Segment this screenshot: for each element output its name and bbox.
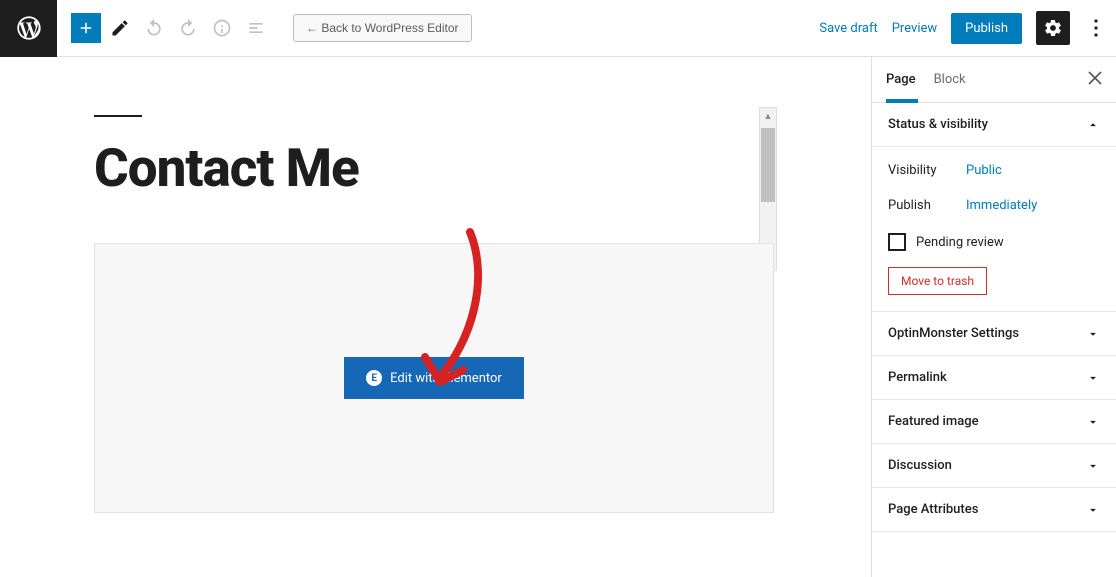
scroll-thumb[interactable] xyxy=(761,128,775,202)
plus-icon xyxy=(77,19,95,37)
settings-sidebar: Page Block Status & visibility Visibilit… xyxy=(871,57,1116,577)
panel-optinmonster[interactable]: OptinMonster Settings xyxy=(872,312,1116,356)
list-icon xyxy=(246,18,266,38)
settings-button[interactable] xyxy=(1036,11,1070,45)
save-draft-link[interactable]: Save draft xyxy=(819,21,877,36)
editor-canvas: Contact Me ▲ ▼ E Edit with Elementor xyxy=(0,57,871,577)
move-to-trash-button[interactable]: Move to trash xyxy=(888,267,987,295)
undo-button[interactable] xyxy=(139,13,169,43)
sidebar-tabs: Page Block xyxy=(872,57,1116,103)
panel-status-visibility[interactable]: Status & visibility xyxy=(872,103,1116,147)
chevron-down-icon xyxy=(1086,371,1100,385)
redo-icon xyxy=(178,18,198,38)
publish-row: Publish Immediately xyxy=(888,188,1100,223)
panel-status-body: Visibility Public Publish Immediately Pe… xyxy=(872,147,1116,312)
pending-review-label: Pending review xyxy=(916,235,1004,250)
back-to-wordpress-button[interactable]: ← Back to WordPress Editor xyxy=(293,14,472,42)
editor-topbar: ← Back to WordPress Editor Save draft Pr… xyxy=(0,0,1116,57)
chevron-up-icon xyxy=(1086,118,1100,132)
undo-icon xyxy=(144,18,164,38)
tab-block[interactable]: Block xyxy=(934,59,966,100)
scroll-up-icon[interactable]: ▲ xyxy=(764,108,773,126)
panel-heading-label: Discussion xyxy=(888,458,952,473)
panel-permalink[interactable]: Permalink xyxy=(872,356,1116,400)
panel-heading-label: Permalink xyxy=(888,370,947,385)
gear-icon xyxy=(1043,18,1063,38)
outline-button[interactable] xyxy=(241,13,271,43)
panel-heading-label: Page Attributes xyxy=(888,502,978,517)
info-icon xyxy=(212,18,232,38)
toolbar-right: Save draft Preview Publish xyxy=(819,11,1116,45)
more-vertical-icon xyxy=(1094,19,1098,37)
chevron-down-icon xyxy=(1086,415,1100,429)
close-icon xyxy=(1088,71,1102,85)
tab-page[interactable]: Page xyxy=(886,59,916,100)
more-menu-button[interactable] xyxy=(1084,11,1108,45)
elementor-icon: E xyxy=(366,370,382,386)
visibility-value[interactable]: Public xyxy=(966,163,1002,178)
close-settings-button[interactable] xyxy=(1088,69,1102,90)
info-button[interactable] xyxy=(207,13,237,43)
panel-heading-label: Featured image xyxy=(888,414,979,429)
panel-page-attributes[interactable]: Page Attributes xyxy=(872,488,1116,532)
panel-heading-label: OptinMonster Settings xyxy=(888,326,1019,341)
visibility-row: Visibility Public xyxy=(888,153,1100,188)
chevron-down-icon xyxy=(1086,327,1100,341)
publish-button[interactable]: Publish xyxy=(951,13,1022,44)
page-title[interactable]: Contact Me xyxy=(94,137,359,199)
main-area: Contact Me ▲ ▼ E Edit with Elementor Pag… xyxy=(0,57,1116,577)
chevron-down-icon xyxy=(1086,459,1100,473)
tab-underline xyxy=(886,99,918,103)
preview-link[interactable]: Preview xyxy=(892,21,937,36)
chevron-down-icon xyxy=(1086,503,1100,517)
elementor-button-label: Edit with Elementor xyxy=(390,371,502,386)
content-placeholder: E Edit with Elementor xyxy=(94,243,774,513)
add-block-button[interactable] xyxy=(71,13,101,43)
panel-discussion[interactable]: Discussion xyxy=(872,444,1116,488)
pending-review-row[interactable]: Pending review xyxy=(888,223,1100,267)
pending-review-checkbox[interactable] xyxy=(888,233,906,251)
wordpress-icon xyxy=(15,14,43,42)
toolbar-left: ← Back to WordPress Editor xyxy=(57,13,472,43)
visibility-label: Visibility xyxy=(888,163,966,178)
pencil-icon xyxy=(110,18,130,38)
panel-heading-label: Status & visibility xyxy=(888,117,988,132)
panel-featured-image[interactable]: Featured image xyxy=(872,400,1116,444)
publish-label: Publish xyxy=(888,198,966,213)
wordpress-logo[interactable] xyxy=(0,0,57,57)
publish-value[interactable]: Immediately xyxy=(966,198,1037,213)
redo-button[interactable] xyxy=(173,13,203,43)
edit-mode-button[interactable] xyxy=(105,13,135,43)
edit-with-elementor-button[interactable]: E Edit with Elementor xyxy=(344,357,524,399)
title-separator xyxy=(94,115,142,117)
